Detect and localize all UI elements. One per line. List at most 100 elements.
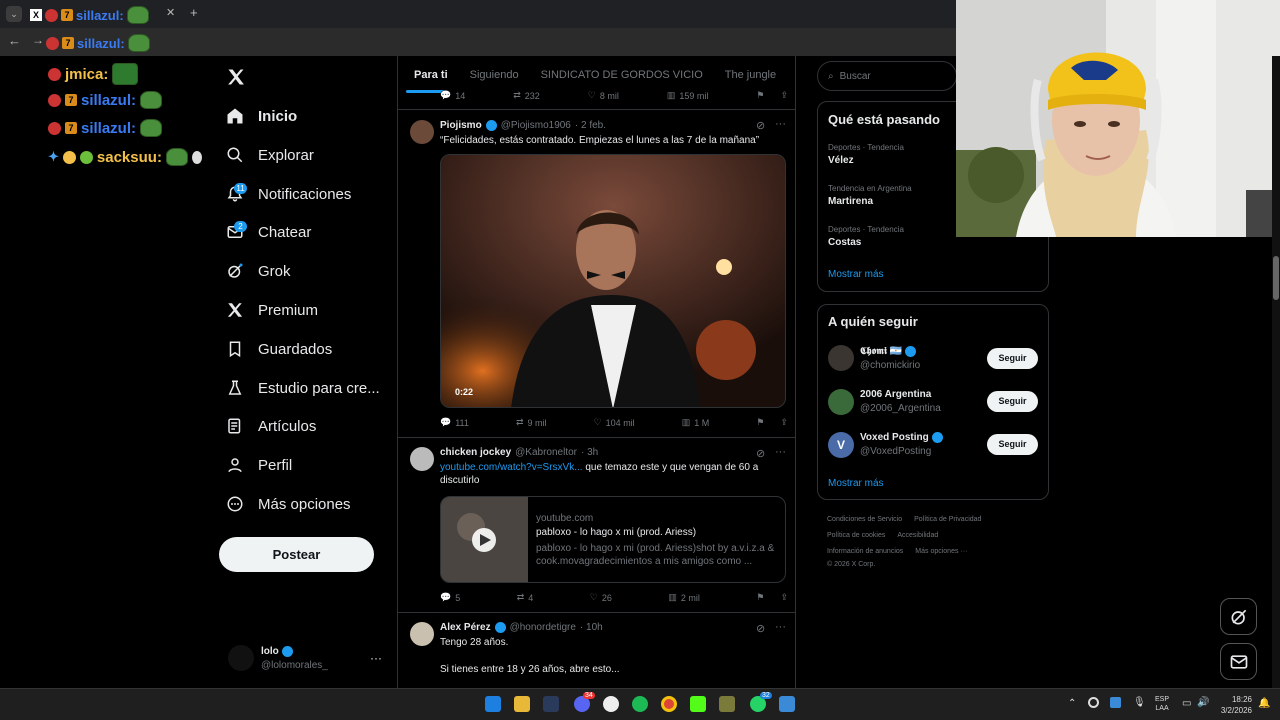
post-handle[interactable]: @Kabroneltor: [515, 447, 577, 458]
tab-siguiendo[interactable]: Siguiendo: [456, 69, 527, 81]
grok-post-icon[interactable]: ⊘: [756, 447, 765, 460]
tab-para-ti[interactable]: Para ti: [398, 69, 456, 93]
avatar[interactable]: [410, 447, 434, 471]
grok-float-button[interactable]: [1220, 598, 1257, 635]
link-card[interactable]: youtube.com pabloxo - lo hago x mi (prod…: [440, 496, 786, 583]
forward-icon[interactable]: →: [32, 33, 44, 47]
windows-start-icon[interactable]: [485, 696, 501, 712]
avatar[interactable]: [828, 345, 854, 371]
notepad-icon[interactable]: [779, 696, 795, 712]
grok-post-icon[interactable]: ⊘: [756, 622, 765, 635]
repost-button[interactable]: ⇄ 9 mil: [516, 417, 547, 428]
back-icon[interactable]: ←: [8, 33, 21, 48]
post-video[interactable]: 0:22: [440, 154, 786, 408]
post-handle[interactable]: @honordetigre: [510, 622, 576, 633]
nav-item-mas-opciones[interactable]: Más opciones: [226, 490, 351, 518]
grok-post-icon[interactable]: ⊘: [756, 119, 765, 132]
follow-name[interactable]: 𝕮𝖍𝖔𝖒𝖎 🇦🇷: [860, 346, 917, 357]
kick-icon[interactable]: [690, 696, 706, 712]
footer-link[interactable]: Accesibilidad: [897, 532, 938, 539]
clock[interactable]: 18:26 3/2/2026: [1216, 694, 1252, 716]
nav-item-perfil[interactable]: Perfil: [226, 451, 292, 479]
scrollbar-thumb[interactable]: [1273, 256, 1279, 300]
repost-button[interactable]: ⇄ 232: [513, 90, 540, 101]
follow-name[interactable]: 2006 Argentina: [860, 389, 931, 400]
nav-item-grok[interactable]: Grok: [226, 257, 291, 285]
post-time[interactable]: · 2 feb.: [575, 120, 606, 131]
like-button[interactable]: ♡ 26: [590, 592, 612, 603]
views-button[interactable]: ▥ 1 M: [682, 417, 710, 428]
post-handle[interactable]: @Piojismo1906: [501, 120, 571, 131]
post-button[interactable]: Postear: [219, 537, 374, 572]
scrollbar[interactable]: [1272, 56, 1280, 688]
nav-item-chatear[interactable]: 2 Chatear: [226, 218, 311, 246]
post-time[interactable]: · 10h: [580, 622, 603, 633]
footer-link[interactable]: Condiciones de Servicio: [827, 516, 902, 523]
trend-item[interactable]: Tendencia en Argentina Martirena: [828, 184, 912, 207]
avatar[interactable]: [410, 120, 434, 144]
nav-item-premium[interactable]: Premium: [226, 296, 318, 324]
tray-app-icon[interactable]: [1110, 697, 1121, 708]
avatar[interactable]: [410, 622, 434, 646]
show-more-link[interactable]: Mostrar más: [828, 269, 884, 280]
account-menu-icon[interactable]: ···: [370, 651, 382, 665]
follow-button[interactable]: Seguir: [987, 391, 1038, 412]
volume-icon[interactable]: 🔊: [1197, 697, 1209, 708]
tab-sindicato[interactable]: SINDICATO DE GORDOS VICIO: [527, 69, 711, 81]
app-icon[interactable]: [603, 696, 619, 712]
post-time[interactable]: · 3h: [581, 447, 598, 458]
language-indicator[interactable]: ESP LAA: [1155, 695, 1169, 713]
like-button[interactable]: ♡ 8 mil: [588, 90, 619, 101]
repost-button[interactable]: ⇄ 4: [517, 592, 534, 603]
footer-link[interactable]: Política de cookies: [827, 532, 885, 539]
notifications-icon[interactable]: 🔔: [1258, 698, 1270, 709]
x-logo-icon[interactable]: [226, 67, 246, 87]
more-icon[interactable]: ···: [775, 446, 786, 458]
trend-item[interactable]: Deportes · Tendencia Vélez: [828, 143, 904, 166]
new-tab-icon[interactable]: +: [190, 5, 198, 20]
post-author[interactable]: Alex Pérez: [440, 622, 491, 633]
bookmark-button[interactable]: ⚑ ⇪: [756, 417, 788, 428]
reply-button[interactable]: 💬 111: [440, 417, 469, 428]
show-more-link[interactable]: Mostrar más: [828, 478, 884, 489]
nav-item-articulos[interactable]: Artículos: [226, 412, 316, 440]
search-input[interactable]: ⌕ Buscar: [817, 61, 957, 91]
network-icon[interactable]: ▭: [1182, 698, 1191, 709]
footer-link[interactable]: Más opciones ···: [915, 548, 967, 555]
avatar[interactable]: [228, 645, 254, 671]
chrome-icon[interactable]: [661, 696, 677, 712]
nav-item-notificaciones[interactable]: 11 Notificaciones: [226, 180, 351, 208]
nav-item-inicio[interactable]: Inicio: [226, 102, 297, 130]
nav-item-guardados[interactable]: Guardados: [226, 335, 332, 363]
footer-link[interactable]: Política de Privacidad: [914, 516, 981, 523]
avatar[interactable]: V: [828, 432, 854, 458]
minecraft-icon[interactable]: [719, 696, 735, 712]
file-explorer-icon[interactable]: [514, 696, 530, 712]
post-author[interactable]: chicken jockey: [440, 447, 511, 458]
avatar[interactable]: [828, 389, 854, 415]
tab-the-jungle[interactable]: The jungle: [711, 69, 784, 81]
more-icon[interactable]: ···: [775, 621, 786, 633]
messages-float-button[interactable]: [1220, 643, 1257, 680]
footer-link[interactable]: Información de anuncios: [827, 548, 903, 555]
close-tab-icon[interactable]: ✕: [166, 6, 175, 19]
follow-button[interactable]: Seguir: [987, 348, 1038, 369]
browser-tab[interactable]: X 7 sillazul:: [30, 6, 149, 24]
follow-button[interactable]: Seguir: [987, 434, 1038, 455]
views-button[interactable]: ▥ 159 mil: [667, 90, 709, 101]
like-button[interactable]: ♡ 104 mil: [594, 417, 635, 428]
microphone-icon[interactable]: 🎙: [1133, 697, 1146, 708]
more-icon[interactable]: ···: [775, 118, 786, 130]
views-button[interactable]: ▥ 2 mil: [668, 592, 700, 603]
tab-list-icon[interactable]: ⌄: [6, 6, 22, 22]
tray-app-icon[interactable]: [1088, 697, 1099, 708]
post-link[interactable]: youtube.com/watch?v=SrsxVk...: [440, 462, 583, 473]
tray-chevron-icon[interactable]: ⌃: [1068, 698, 1076, 709]
post-author[interactable]: Piojismo: [440, 120, 482, 131]
spotify-icon[interactable]: [632, 696, 648, 712]
follow-name[interactable]: Voxed Posting: [860, 432, 943, 443]
steam-icon[interactable]: [543, 696, 559, 712]
bookmark-button[interactable]: ⚑ ⇪: [756, 90, 788, 101]
nav-item-explorar[interactable]: Explorar: [226, 141, 314, 169]
bookmark-button[interactable]: ⚑ ⇪: [756, 592, 788, 603]
